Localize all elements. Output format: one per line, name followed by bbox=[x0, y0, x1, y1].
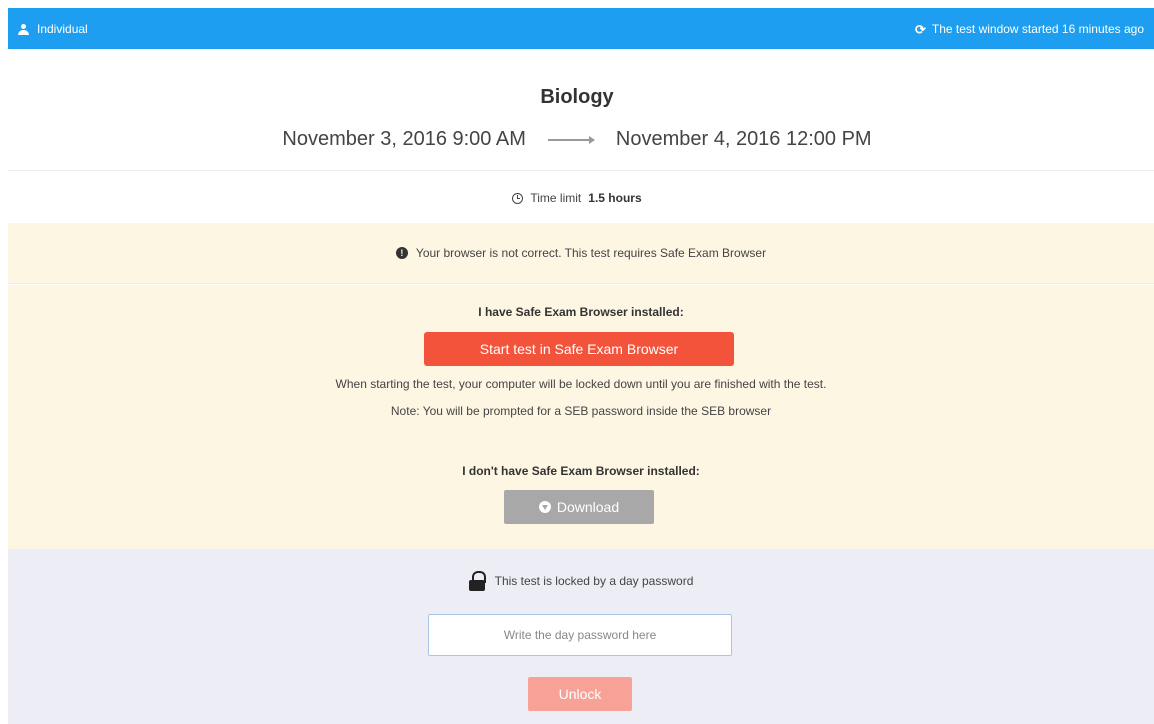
locked-notice: This test is locked by a day password bbox=[8, 571, 1154, 591]
test-date-range: November 3, 2016 9:00 AM November 4, 201… bbox=[0, 128, 1154, 151]
user-mode-label: Individual bbox=[37, 22, 88, 36]
download-button[interactable]: Download bbox=[504, 490, 654, 524]
start-date: November 3, 2016 9:00 AM bbox=[282, 128, 526, 150]
time-limit: Time limit 1.5 hours bbox=[0, 191, 1154, 205]
day-password-input[interactable] bbox=[428, 614, 732, 656]
seb-panel: I have Safe Exam Browser installed: Star… bbox=[8, 285, 1154, 549]
page-title: Biology bbox=[540, 86, 614, 108]
divider bbox=[8, 170, 1154, 171]
download-icon bbox=[538, 501, 551, 513]
exclamation-icon: ! bbox=[395, 247, 408, 259]
arrow-right-icon bbox=[547, 135, 595, 144]
top-bar: Individual ⟳ The test window started 16 … bbox=[8, 8, 1154, 49]
locked-notice-text: This test is locked by a day password bbox=[494, 574, 694, 588]
seb-installed-heading: I have Safe Exam Browser installed: bbox=[478, 305, 684, 319]
test-window-status-text: The test window started 16 minutes ago bbox=[931, 22, 1144, 36]
lock-icon bbox=[468, 571, 486, 591]
day-password-panel: This test is locked by a day password Un… bbox=[8, 549, 1154, 724]
lockdown-note: When starting the test, your computer wi… bbox=[335, 377, 827, 391]
unlock-button[interactable]: Unlock bbox=[528, 677, 632, 711]
seb-password-note: Note: You will be prompted for a SEB pas… bbox=[390, 404, 772, 418]
browser-warning-text: Your browser is not correct. This test r… bbox=[415, 246, 767, 260]
user-mode: Individual bbox=[18, 22, 88, 36]
browser-warning: ! Your browser is not correct. This test… bbox=[8, 223, 1154, 284]
end-date: November 4, 2016 12:00 PM bbox=[615, 128, 872, 150]
download-button-label: Download bbox=[556, 499, 620, 515]
clock-icon bbox=[512, 192, 524, 204]
seb-not-installed-heading: I don't have Safe Exam Browser installed… bbox=[462, 464, 700, 478]
test-window-status: ⟳ The test window started 16 minutes ago bbox=[915, 22, 1144, 36]
time-limit-value: 1.5 hours bbox=[588, 191, 642, 205]
refresh-icon[interactable]: ⟳ bbox=[915, 23, 926, 36]
time-limit-label: Time limit bbox=[530, 191, 582, 205]
user-icon bbox=[18, 23, 29, 35]
start-seb-button[interactable]: Start test in Safe Exam Browser bbox=[424, 332, 734, 366]
